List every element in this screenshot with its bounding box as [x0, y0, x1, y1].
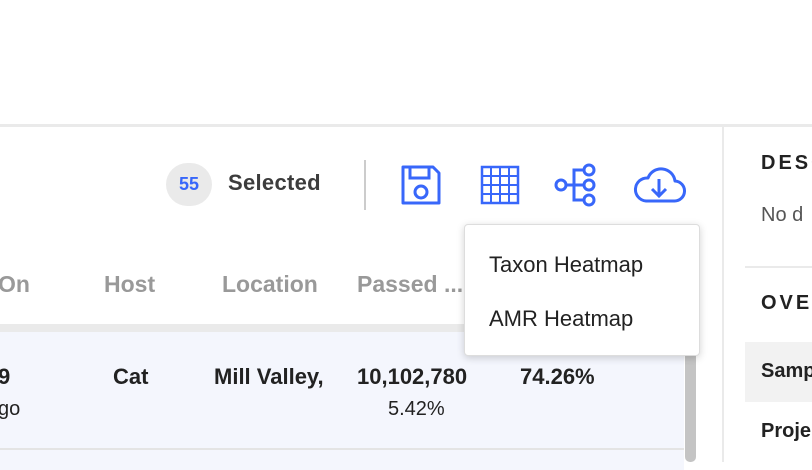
column-header-host[interactable]: Host — [104, 271, 155, 298]
cell-location: Mill Valley, — [214, 364, 324, 389]
description-text: No d — [761, 204, 804, 226]
selected-label: Selected — [228, 170, 321, 195]
top-divider — [0, 124, 812, 127]
heatmap-dropdown-menu: Taxon Heatmap AMR Heatmap — [464, 224, 700, 356]
overview-row-project-label: Proje — [761, 420, 812, 442]
toolbar-divider — [364, 160, 366, 210]
cell-reads: 10,102,780 — [357, 364, 468, 389]
column-header-passed[interactable]: Passed ... — [357, 271, 463, 298]
cell-host: Cat — [113, 364, 149, 389]
panel-divider — [745, 266, 812, 268]
cell-reads-percent: 5.42% — [388, 398, 445, 420]
tree-icon[interactable] — [554, 163, 598, 207]
top-blank-area — [0, 0, 812, 124]
cell-passed: 74.26% — [520, 364, 595, 389]
column-header-location[interactable]: Location — [222, 271, 318, 298]
grid-icon[interactable] — [480, 165, 520, 205]
cell-date-sub: go — [0, 398, 21, 420]
cell-date: 9 — [0, 364, 11, 389]
menu-item-amr-heatmap[interactable]: AMR Heatmap — [489, 306, 633, 332]
right-panel-border — [722, 127, 724, 462]
overview-row-sample-label: Samp — [761, 360, 812, 382]
description-heading: DESC — [761, 152, 812, 174]
column-header-date[interactable]: On — [0, 271, 30, 298]
menu-item-taxon-heatmap[interactable]: Taxon Heatmap — [489, 252, 643, 278]
overview-heading: OVE — [761, 292, 812, 314]
cloud-download-icon[interactable] — [632, 166, 686, 206]
row-divider — [0, 448, 684, 450]
save-icon[interactable] — [399, 163, 443, 207]
selected-count-badge: 55 — [166, 163, 212, 206]
